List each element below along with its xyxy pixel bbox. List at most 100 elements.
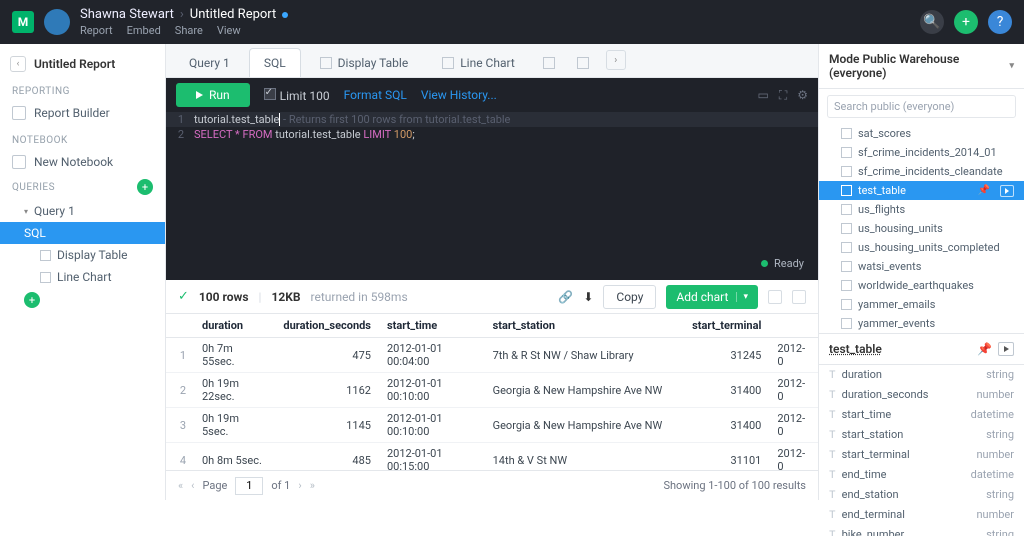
schema-column[interactable]: Tend_timedatetime bbox=[819, 465, 1024, 485]
section-queries: QUERIES bbox=[12, 182, 55, 193]
preview-icon[interactable] bbox=[1000, 185, 1014, 197]
expand-icon[interactable]: ⛶ bbox=[779, 88, 787, 103]
column-header[interactable]: start_terminal bbox=[684, 314, 769, 338]
pager-last[interactable]: » bbox=[310, 479, 315, 492]
sidebar-title: Untitled Report bbox=[34, 57, 115, 71]
download-icon[interactable]: ⬇ bbox=[583, 290, 593, 304]
schema-table-item[interactable]: us_flights bbox=[819, 200, 1024, 219]
column-header[interactable]: duration_seconds bbox=[275, 314, 379, 338]
schema-table-item[interactable]: sf_crime_incidents_cleandate bbox=[819, 162, 1024, 181]
results-table[interactable]: durationduration_secondsstart_timestart_… bbox=[166, 314, 818, 470]
status-ready: Ready bbox=[761, 257, 804, 270]
tab-add-table[interactable] bbox=[534, 48, 564, 77]
table-icon bbox=[40, 250, 51, 261]
add-chart-button[interactable]: + bbox=[24, 292, 40, 308]
add-chart-icon bbox=[577, 57, 589, 69]
table-row[interactable]: 20h 19m 22sec.11622012-01-01 00:10:00Geo… bbox=[166, 373, 818, 408]
schema-column[interactable]: Tduration_secondsnumber bbox=[819, 385, 1024, 405]
report-title[interactable]: Untitled Report bbox=[190, 7, 276, 22]
menu-embed[interactable]: Embed bbox=[127, 24, 161, 37]
sidebar-item-query-1[interactable]: ▾Query 1 bbox=[0, 200, 165, 222]
schema-table-item[interactable]: worldwide_earthquakes bbox=[819, 276, 1024, 295]
table-icon bbox=[841, 166, 852, 177]
workspace-icon[interactable] bbox=[44, 9, 70, 35]
preview-button[interactable] bbox=[998, 342, 1014, 356]
sql-editor[interactable]: 1tutorial.test_table - Returns first 100… bbox=[166, 112, 818, 280]
sidebar-item-report-builder[interactable]: Report Builder bbox=[0, 101, 165, 125]
sidebar-item-line-chart[interactable]: Line Chart bbox=[0, 266, 165, 288]
breadcrumb-owner[interactable]: Shawna Stewart bbox=[80, 7, 174, 22]
sidebar-item-new-notebook[interactable]: New Notebook bbox=[0, 150, 165, 174]
pin-icon[interactable]: 📌 bbox=[978, 185, 990, 196]
schema-column[interactable]: Tend_stationstring bbox=[819, 485, 1024, 505]
schema-table-item[interactable]: yammer_emails bbox=[819, 295, 1024, 314]
add-chart-button[interactable]: Add chart▾ bbox=[666, 285, 758, 309]
limit-checkbox[interactable]: Limit 100 bbox=[264, 88, 330, 103]
schema-column[interactable]: Tdurationstring bbox=[819, 365, 1024, 385]
add-query-button[interactable]: + bbox=[137, 179, 153, 195]
column-header[interactable] bbox=[769, 314, 818, 338]
menu-share[interactable]: Share bbox=[175, 24, 203, 37]
page-input[interactable] bbox=[235, 477, 263, 495]
table-row[interactable]: 30h 19m 5sec.11452012-01-01 00:10:00Geor… bbox=[166, 408, 818, 443]
menu-view[interactable]: View bbox=[217, 24, 241, 37]
settings-icon[interactable]: ⚙ bbox=[797, 88, 808, 103]
schema-column[interactable]: Tbike_numberstring bbox=[819, 525, 1024, 536]
column-header[interactable]: start_station bbox=[485, 314, 685, 338]
schema-panel: Mode Public Warehouse (everyone)▾ Search… bbox=[818, 44, 1024, 500]
table-icon bbox=[841, 318, 852, 329]
help-button[interactable]: ? bbox=[988, 10, 1012, 34]
layout-icon[interactable]: ▭ bbox=[757, 88, 768, 103]
search-button[interactable]: 🔍 bbox=[920, 10, 944, 34]
pin-icon[interactable]: 📌 bbox=[977, 342, 992, 356]
checkbox-icon bbox=[264, 88, 276, 100]
tab-add-chart[interactable] bbox=[568, 48, 598, 77]
pager-next[interactable]: › bbox=[298, 479, 301, 492]
layout-toggle-1[interactable] bbox=[768, 290, 782, 304]
schema-table-item[interactable]: us_housing_units bbox=[819, 219, 1024, 238]
schema-search-input[interactable]: Search public (everyone) bbox=[827, 95, 1016, 118]
layout-toggle-2[interactable] bbox=[792, 290, 806, 304]
schema-table-name[interactable]: test_table bbox=[829, 342, 882, 356]
unsaved-indicator-icon bbox=[282, 12, 288, 18]
tabs-scroll-right[interactable]: › bbox=[606, 50, 626, 70]
table-row[interactable]: 10h 7m 55sec.4752012-01-01 00:04:007th &… bbox=[166, 338, 818, 373]
schema-column[interactable]: Tstart_stationstring bbox=[819, 425, 1024, 445]
menu-report[interactable]: Report bbox=[80, 24, 113, 37]
topbar: M Shawna Stewart › Untitled Report Repor… bbox=[0, 0, 1024, 44]
result-size: 12KB bbox=[271, 290, 300, 304]
copy-button[interactable]: Copy bbox=[603, 285, 656, 309]
tab-query-1[interactable]: Query 1 bbox=[174, 48, 245, 77]
schema-column[interactable]: Tend_terminalnumber bbox=[819, 505, 1024, 525]
format-sql-link[interactable]: Format SQL bbox=[344, 88, 407, 102]
pager-prev[interactable]: ‹ bbox=[191, 479, 194, 492]
schema-table-item[interactable]: test_table📌 bbox=[819, 181, 1024, 200]
sidebar-item-sql[interactable]: SQL bbox=[0, 222, 165, 244]
table-icon bbox=[841, 185, 852, 196]
column-header[interactable]: start_time bbox=[379, 314, 485, 338]
schema-table-item[interactable]: yammer_events bbox=[819, 314, 1024, 333]
schema-table-item[interactable]: sat_scores bbox=[819, 124, 1024, 143]
run-button[interactable]: Run bbox=[176, 83, 250, 107]
schema-column[interactable]: Tstart_terminalnumber bbox=[819, 445, 1024, 465]
table-row[interactable]: 40h 8m 5sec.4852012-01-01 00:15:0014th &… bbox=[166, 443, 818, 471]
app-logo[interactable]: M bbox=[12, 11, 34, 33]
schema-table-item[interactable]: watsi_events bbox=[819, 257, 1024, 276]
tab-display-table[interactable]: Display Table bbox=[305, 48, 424, 77]
schema-column[interactable]: Tstart_timedatetime bbox=[819, 405, 1024, 425]
schema-table-item[interactable]: us_housing_units_completed bbox=[819, 238, 1024, 257]
column-header[interactable]: duration bbox=[194, 314, 275, 338]
warehouse-selector[interactable]: Mode Public Warehouse (everyone)▾ bbox=[819, 44, 1024, 89]
chevron-down-icon[interactable]: ▾ bbox=[736, 292, 748, 302]
create-button[interactable]: + bbox=[954, 10, 978, 34]
tab-sql[interactable]: SQL bbox=[249, 48, 301, 77]
table-icon bbox=[841, 223, 852, 234]
tab-line-chart[interactable]: Line Chart bbox=[427, 48, 530, 77]
pager-first[interactable]: « bbox=[178, 479, 183, 492]
schema-table-item[interactable]: sf_crime_incidents_2014_01 bbox=[819, 143, 1024, 162]
link-icon[interactable]: 🔗 bbox=[558, 290, 573, 304]
view-history-link[interactable]: View History... bbox=[421, 88, 497, 102]
collapse-sidebar-button[interactable]: ‹ bbox=[10, 56, 26, 72]
sidebar-item-display-table[interactable]: Display Table bbox=[0, 244, 165, 266]
tab-bar: Query 1 SQL Display Table Line Chart › bbox=[166, 44, 818, 78]
